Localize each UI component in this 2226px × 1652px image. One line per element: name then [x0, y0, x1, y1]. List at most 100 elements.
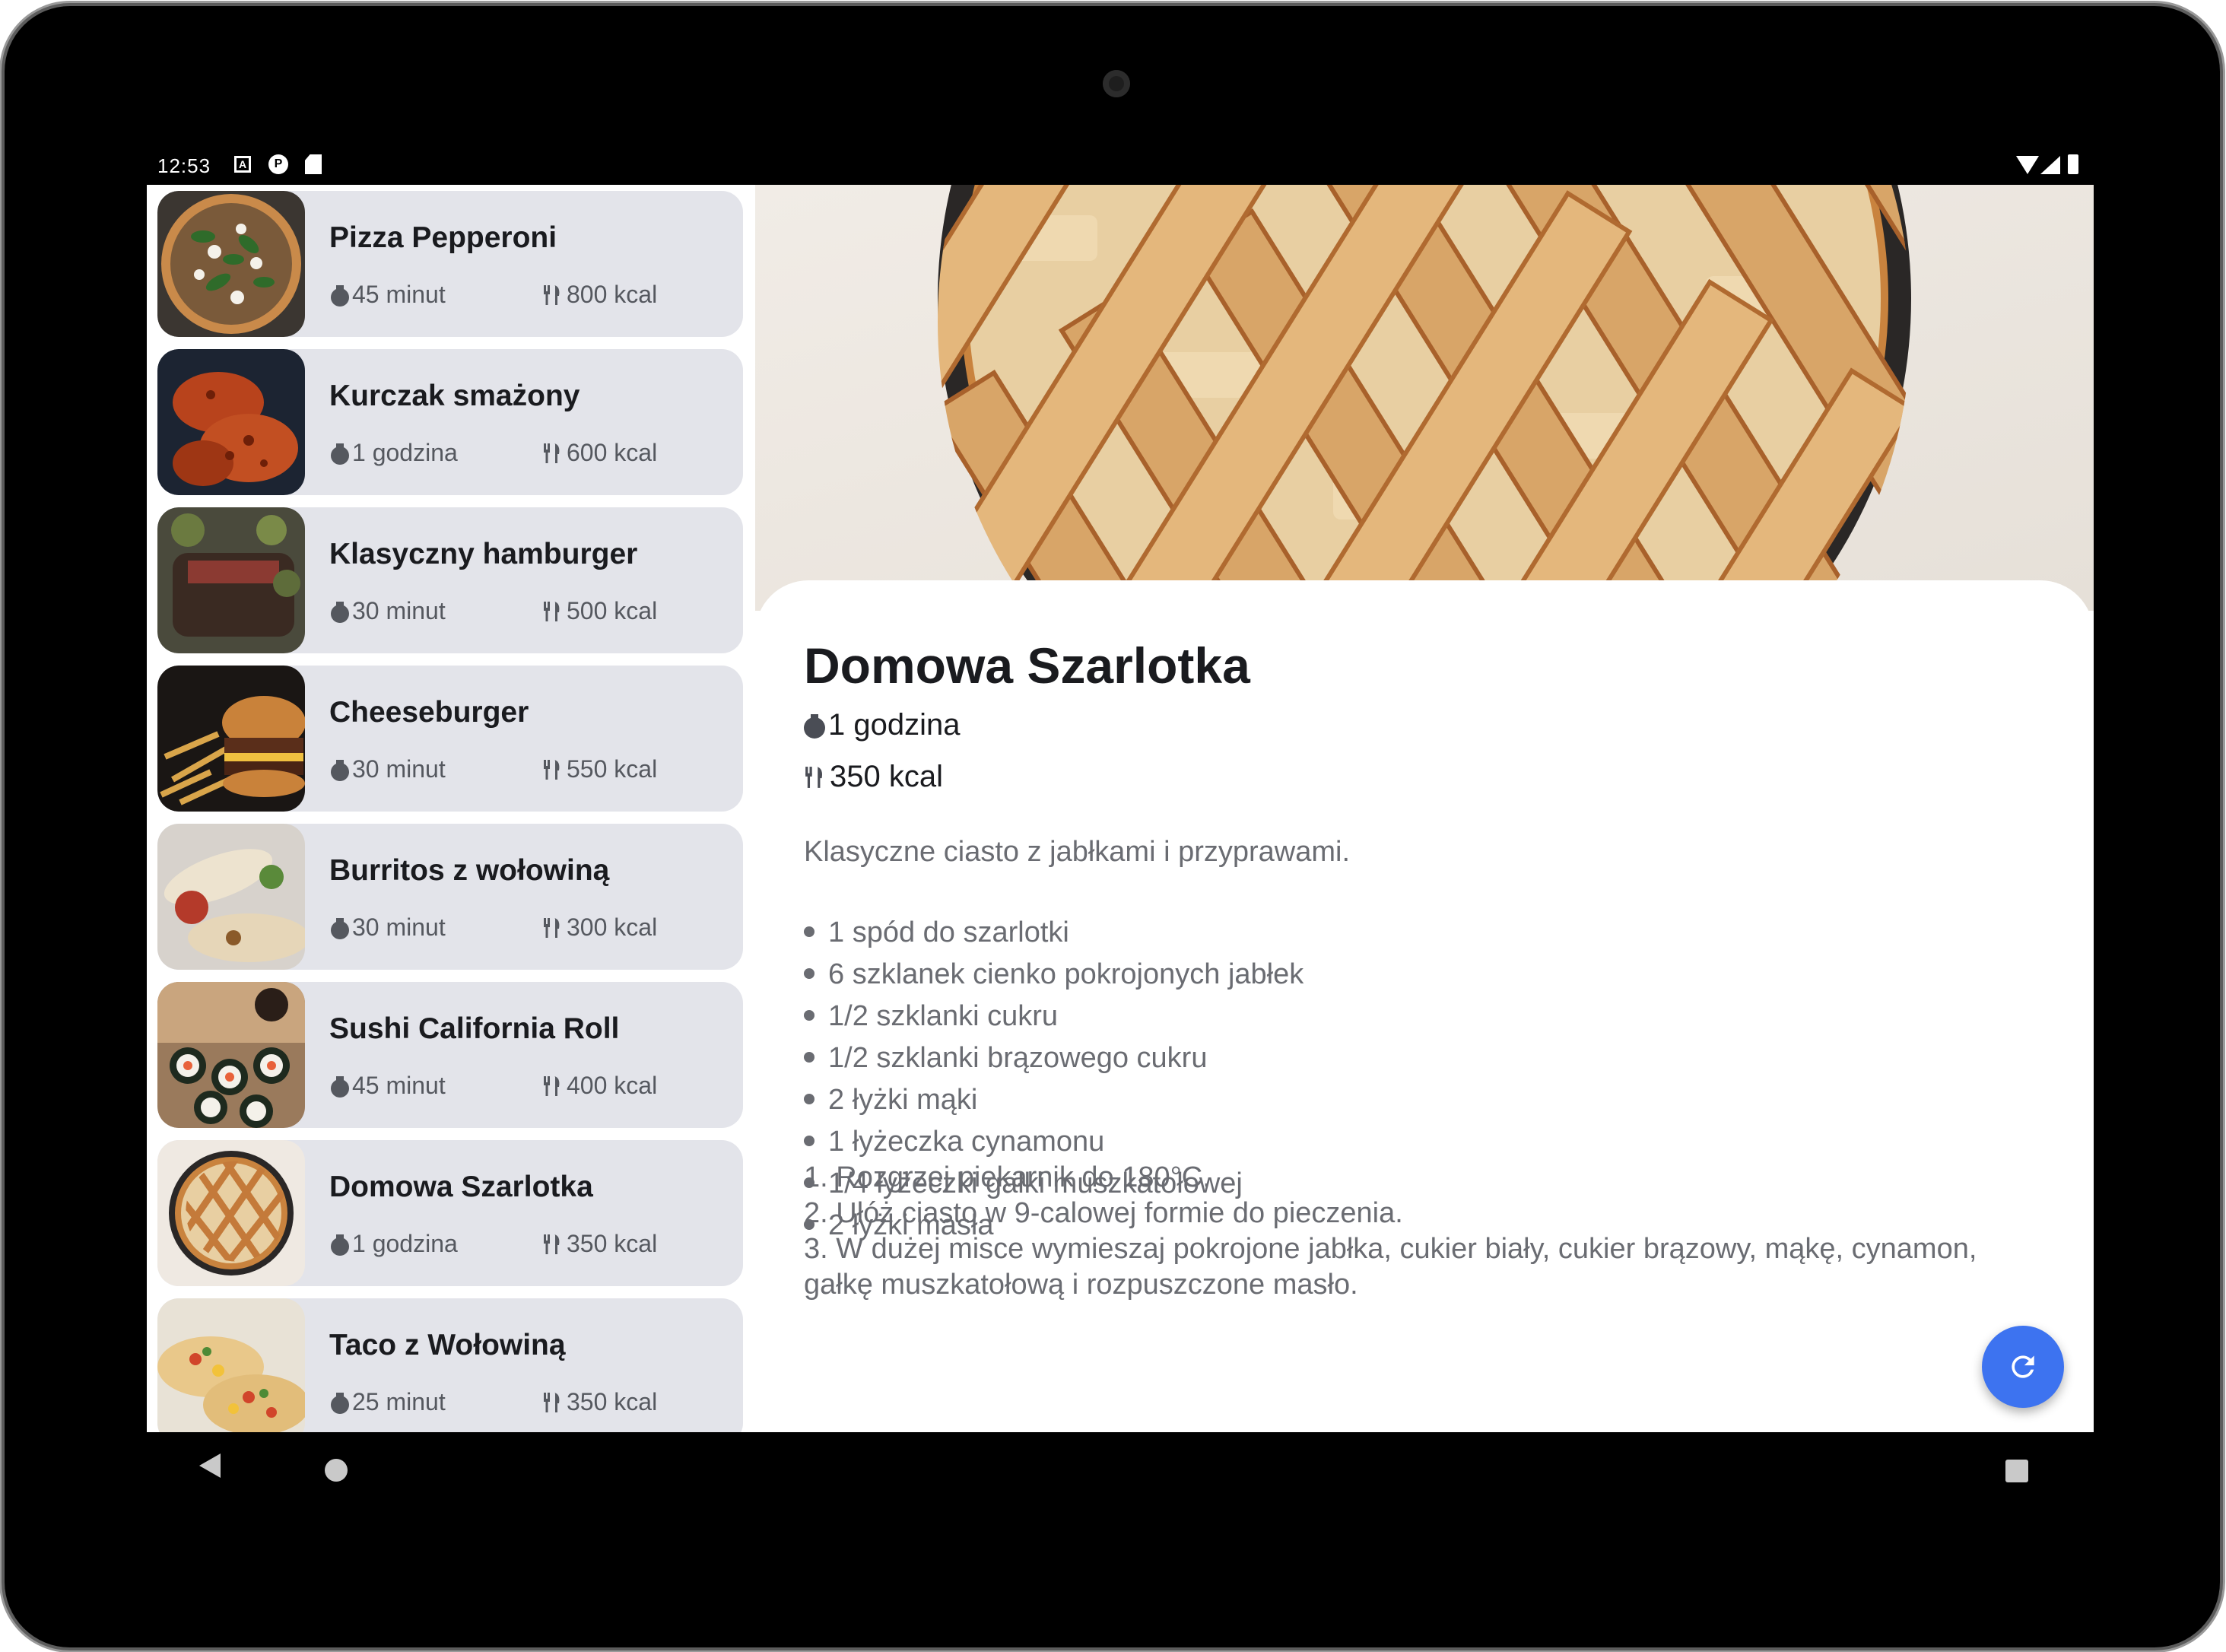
- step-line: 1. Rozgrzej piekarnik do 180°C.: [804, 1161, 1211, 1193]
- recipe-thumbnail: [157, 666, 305, 812]
- recipe-title: Domowa Szarlotka: [804, 637, 1250, 694]
- recipe-card-kcal-value: 500 kcal: [567, 597, 658, 624]
- ingredient-item: 6 szklanek cienko pokrojonych jabłek: [804, 954, 1304, 996]
- recipe-card[interactable]: Kurczak smażony 1 godzina 600 kcal: [157, 349, 743, 495]
- fork-knife-icon: [542, 1075, 567, 1098]
- fork-knife-icon: [542, 1391, 567, 1414]
- recipe-thumbnail: [157, 824, 305, 970]
- recipe-thumbnail: [157, 191, 305, 337]
- recipe-card-time-value: 45 minut: [352, 281, 446, 308]
- recipe-list[interactable]: Pizza Pepperoni 45 minut 800 kcal Kurczak s…: [147, 185, 755, 1432]
- status-bar: 12:53 A P: [147, 145, 2094, 185]
- home-icon[interactable]: [325, 1459, 348, 1482]
- recipe-card-title: Taco z Wołowiną: [329, 1329, 566, 1361]
- p-icon: P: [268, 154, 288, 174]
- wifi-icon: [2016, 156, 2039, 174]
- recipe-time: 1 godzina: [804, 708, 960, 742]
- ingredient-item: 2 łyżki mąki: [804, 1079, 1304, 1121]
- recipe-thumbnail: [157, 507, 305, 653]
- tablet-frame: 12:53 A P Pizza Pepperoni 45 minut 800 kca…: [5, 6, 2220, 1647]
- refresh-button[interactable]: [1982, 1326, 2064, 1408]
- recipe-kcal: 350 kcal: [804, 760, 943, 794]
- recipe-card[interactable]: Pizza Pepperoni 45 minut 800 kcal: [157, 191, 743, 337]
- fork-knife-icon: [542, 758, 567, 781]
- timer-icon: [804, 713, 825, 739]
- recipe-card-time-value: 30 minut: [352, 755, 446, 783]
- recipe-card-kcal: 350 kcal: [542, 1388, 657, 1416]
- recipe-card-kcal: 400 kcal: [542, 1072, 657, 1100]
- ingredient-item: 1/2 szklanki brązowego cukru: [804, 1037, 1304, 1079]
- recipe-card[interactable]: Taco z Wołowiną 25 minut 350 kcal: [157, 1298, 743, 1432]
- recipe-thumbnail: [157, 349, 305, 495]
- recipe-card-kcal: 300 kcal: [542, 913, 657, 942]
- recipe-detail[interactable]: Domowa Szarlotka 1 godzina 350 kcal Klas…: [755, 185, 2094, 1432]
- a-icon: A: [234, 156, 251, 173]
- recipe-card-time: 30 minut: [331, 913, 446, 942]
- ingredient-text: 1 łyżeczka cynamonu: [828, 1126, 1105, 1158]
- timer-icon: [331, 759, 349, 781]
- timer-icon: [331, 443, 349, 465]
- back-icon[interactable]: [199, 1453, 221, 1478]
- recipe-thumbnail: [157, 982, 305, 1128]
- recipe-kcal-value: 350 kcal: [830, 760, 943, 793]
- fork-knife-icon: [542, 284, 567, 307]
- recipe-hero-image: [755, 185, 2094, 611]
- recipe-card-kcal: 550 kcal: [542, 755, 657, 783]
- ingredient-text: 6 szklanek cienko pokrojonych jabłek: [828, 958, 1304, 990]
- steps-list: 1. Rozgrzej piekarnik do 180°C. 2. Ułóż c…: [804, 1160, 2036, 1303]
- recipe-card-title: Burritos z wołowiną: [329, 854, 610, 887]
- recipe-time-value: 1 godzina: [828, 708, 961, 742]
- recipe-card-kcal: 600 kcal: [542, 439, 657, 467]
- ingredient-text: 1 spód do szarlotki: [828, 917, 1069, 948]
- bullet-icon: [804, 1093, 815, 1104]
- fork-knife-icon: [542, 442, 567, 465]
- recipe-card-time: 45 minut: [331, 281, 446, 309]
- battery-icon: [2068, 154, 2078, 174]
- timer-icon: [331, 1234, 349, 1256]
- recipe-thumbnail: [157, 1140, 305, 1286]
- recipe-card-time: 25 minut: [331, 1388, 446, 1416]
- step-line: 2. Ułóż ciasto w 9-calowej formie do pie…: [804, 1197, 1403, 1229]
- bullet-icon: [804, 1009, 815, 1021]
- recipe-card-kcal-value: 400 kcal: [567, 1072, 658, 1099]
- front-camera: [1103, 70, 1130, 97]
- recipe-card-title: Klasyczny hamburger: [329, 538, 638, 570]
- recipe-card-kcal-value: 600 kcal: [567, 439, 658, 466]
- recipe-card-kcal: 350 kcal: [542, 1230, 657, 1258]
- timer-icon: [331, 917, 349, 939]
- recipe-card[interactable]: Cheeseburger 30 minut 550 kcal: [157, 666, 743, 812]
- recipe-sheet: Domowa Szarlotka 1 godzina 350 kcal Klas…: [755, 580, 2094, 1432]
- recents-icon[interactable]: [2005, 1460, 2028, 1482]
- recipe-card[interactable]: Domowa Szarlotka 1 godzina 350 kcal: [157, 1140, 743, 1286]
- step-line: 3. W dużej misce wymieszaj pokrojone jab…: [804, 1233, 1977, 1265]
- recipe-card-time: 45 minut: [331, 1072, 446, 1100]
- recipe-card[interactable]: Sushi California Roll 45 minut 400 kcal: [157, 982, 743, 1128]
- recipe-card[interactable]: Burritos z wołowiną 30 minut 300 kcal: [157, 824, 743, 970]
- recipe-card-kcal-value: 350 kcal: [567, 1388, 658, 1415]
- ingredient-item: 1/2 szklanki cukru: [804, 996, 1304, 1037]
- recipe-card-kcal-value: 350 kcal: [567, 1230, 658, 1257]
- recipe-card-title: Cheeseburger: [329, 696, 529, 729]
- recipe-card-title: Pizza Pepperoni: [329, 221, 557, 254]
- recipe-thumbnail: [157, 1298, 305, 1432]
- recipe-card-title: Sushi California Roll: [329, 1012, 620, 1045]
- recipe-card-time-value: 1 godzina: [352, 1230, 458, 1257]
- recipe-card-kcal-value: 300 kcal: [567, 913, 658, 941]
- recipe-card[interactable]: Klasyczny hamburger 30 minut 500 kcal: [157, 507, 743, 653]
- bullet-icon: [804, 1135, 815, 1146]
- timer-icon: [331, 601, 349, 623]
- recipe-card-time-value: 1 godzina: [352, 439, 458, 466]
- recipe-card-kcal-value: 550 kcal: [567, 755, 658, 783]
- bullet-icon: [804, 926, 815, 937]
- ingredient-item: 1 łyżeczka cynamonu: [804, 1121, 1304, 1163]
- fork-knife-icon: [542, 1233, 567, 1256]
- recipe-card-kcal-value: 800 kcal: [567, 281, 658, 308]
- recipe-card-kcal: 800 kcal: [542, 281, 657, 309]
- recipe-card-title: Kurczak smażony: [329, 380, 580, 412]
- ingredient-item: 1 spód do szarlotki: [804, 912, 1304, 954]
- fork-knife-icon: [805, 766, 822, 788]
- recipe-card-title: Domowa Szarlotka: [329, 1171, 593, 1203]
- screen: 12:53 A P Pizza Pepperoni 45 minut 800 kca…: [147, 145, 2094, 1432]
- ingredient-text: 1/2 szklanki brązowego cukru: [828, 1042, 1208, 1074]
- recipe-card-kcal: 500 kcal: [542, 597, 657, 625]
